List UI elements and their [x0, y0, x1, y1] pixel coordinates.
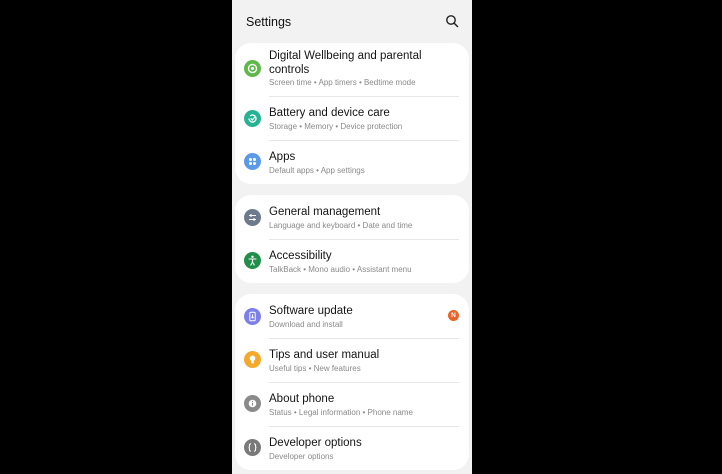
settings-item-accessibility[interactable]: Accessibility TalkBack • Mono audio • As…: [235, 240, 469, 283]
software-update-icon: [244, 308, 261, 325]
settings-item-about-phone[interactable]: About phone Status • Legal information •…: [235, 383, 469, 426]
settings-item-title: General management: [269, 206, 381, 218]
settings-item-apps[interactable]: Apps Default apps • App settings: [235, 141, 469, 184]
settings-item-developer-options[interactable]: Developer options Developer options: [235, 427, 469, 470]
settings-item-title: Digital Wellbeing and parental controls: [269, 50, 422, 76]
settings-item-subtitle: Useful tips • New features: [269, 364, 361, 373]
info-icon: [244, 395, 261, 412]
lightbulb-icon: [244, 351, 261, 368]
settings-item-title: Apps: [269, 151, 296, 163]
settings-item-title: Accessibility: [269, 250, 332, 262]
settings-item-subtitle: Download and install: [269, 320, 343, 329]
settings-item-general-management[interactable]: General management Language and keyboard…: [235, 195, 469, 239]
page-title: Settings: [246, 15, 292, 29]
app-header: Settings: [232, 0, 472, 44]
settings-group-2: General management Language and keyboard…: [235, 195, 469, 283]
accessibility-person-icon: [244, 252, 261, 269]
settings-item-title: Software update: [269, 305, 353, 317]
settings-group-3: Software update Download and install N T…: [235, 294, 469, 470]
settings-item-title: Developer options: [269, 437, 362, 449]
new-badge: N: [448, 310, 459, 321]
search-button[interactable]: [445, 14, 459, 28]
settings-item-subtitle: TalkBack • Mono audio • Assistant menu: [269, 265, 412, 274]
settings-item-subtitle: Language and keyboard • Date and time: [269, 221, 413, 230]
sliders-icon: [244, 209, 261, 226]
settings-item-software-update[interactable]: Software update Download and install N: [235, 294, 469, 338]
settings-group-1: Digital Wellbeing and parental controls …: [235, 43, 469, 184]
settings-item-subtitle: Screen time • App timers • Bedtime mode: [269, 78, 416, 87]
apps-grid-icon: [244, 153, 261, 170]
wellbeing-icon: [244, 60, 261, 77]
developer-braces-icon: [244, 439, 261, 456]
device-care-icon: [244, 110, 261, 127]
settings-item-title: Tips and user manual: [269, 349, 380, 361]
settings-item-digital-wellbeing[interactable]: Digital Wellbeing and parental controls …: [235, 43, 469, 96]
settings-item-title: Battery and device care: [269, 107, 390, 119]
settings-item-subtitle: Status • Legal information • Phone name: [269, 408, 413, 417]
settings-item-battery-device-care[interactable]: Battery and device care Storage • Memory…: [235, 97, 469, 140]
settings-item-subtitle: Storage • Memory • Device protection: [269, 122, 403, 131]
search-icon: [446, 15, 459, 28]
settings-item-title: About phone: [269, 393, 335, 405]
settings-item-tips-user-manual[interactable]: Tips and user manual Useful tips • New f…: [235, 339, 469, 382]
settings-item-subtitle: Default apps • App settings: [269, 166, 365, 175]
settings-item-subtitle: Developer options: [269, 452, 334, 461]
settings-screen: Settings Digital Wellbeing and parental …: [232, 0, 472, 474]
